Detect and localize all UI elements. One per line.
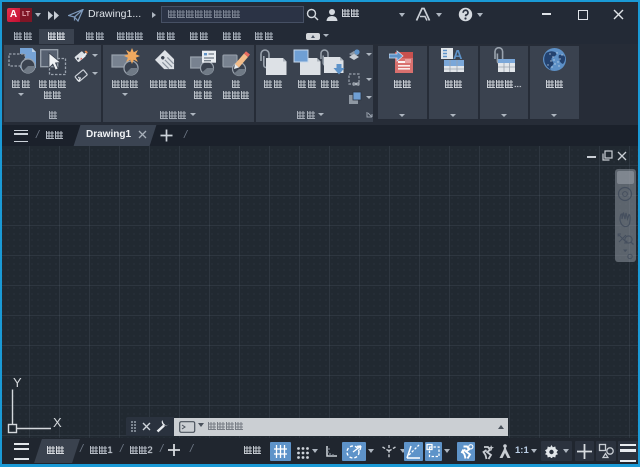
svg-text:X: X [53, 415, 62, 430]
svg-text:A: A [453, 47, 463, 62]
svg-text:Y: Y [13, 375, 22, 390]
